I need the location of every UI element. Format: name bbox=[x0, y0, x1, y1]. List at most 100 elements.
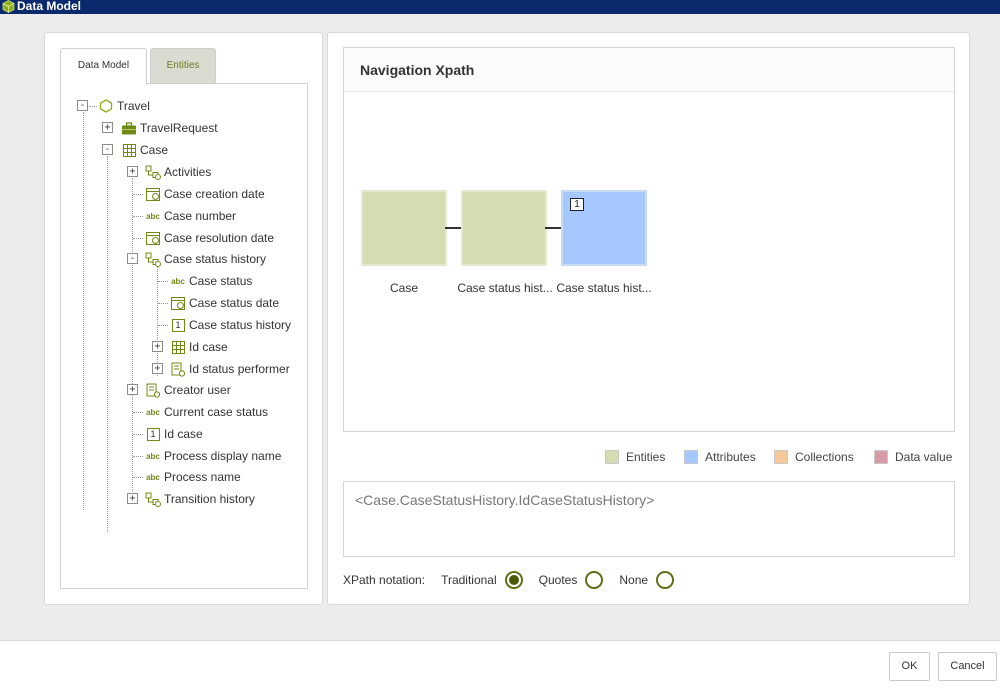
calendar-icon bbox=[145, 187, 161, 201]
text-type-icon: abc bbox=[171, 276, 185, 286]
expand-toggle-travelrequest[interactable]: + bbox=[102, 122, 113, 133]
tree-connector bbox=[158, 325, 168, 326]
notation-option-label: None bbox=[619, 573, 649, 587]
right-panel: Navigation Xpath 1 Case Case status hist… bbox=[327, 32, 970, 605]
tree-node-case[interactable]: Case bbox=[121, 141, 168, 159]
radio-none[interactable] bbox=[656, 571, 675, 589]
radio-quotes[interactable] bbox=[585, 571, 604, 589]
tree-node-label: Id case bbox=[164, 427, 203, 441]
radio-traditional[interactable] bbox=[504, 571, 523, 589]
app-cube-icon bbox=[2, 0, 15, 13]
legend-swatch bbox=[874, 450, 888, 464]
tree-node-travelrequest[interactable]: TravelRequest bbox=[121, 119, 218, 137]
tree-connector bbox=[107, 156, 108, 532]
legend-swatch bbox=[605, 450, 619, 464]
legend-swatch bbox=[774, 450, 788, 464]
tree-node-id-case-sub[interactable]: Id case bbox=[170, 338, 228, 356]
expand-toggle-id-status-performer[interactable]: + bbox=[152, 363, 163, 374]
tree-connector bbox=[133, 412, 143, 413]
diagram-node-case[interactable] bbox=[361, 190, 447, 266]
tree-node-label: Case status history bbox=[164, 252, 267, 266]
legend-attributes: Attributes bbox=[684, 449, 756, 465]
tree-node-current-case-status[interactable]: abc Current case status bbox=[145, 403, 268, 421]
tree-node-label: TravelRequest bbox=[140, 121, 218, 135]
tree-connector bbox=[83, 112, 84, 510]
legend-label: Attributes bbox=[705, 450, 756, 464]
legend-entities: Entities bbox=[605, 449, 665, 465]
legend-label: Entities bbox=[626, 450, 666, 464]
expand-toggle-activities[interactable]: + bbox=[127, 166, 138, 177]
tree-node-label: Creator user bbox=[164, 383, 231, 397]
tree-node-process-name[interactable]: abc Process name bbox=[145, 468, 241, 486]
notation-option-label: Quotes bbox=[538, 573, 578, 587]
diagram-node-case-status-history-id[interactable]: 1 bbox=[561, 190, 647, 266]
number-badge: 1 bbox=[146, 427, 160, 441]
ok-button[interactable]: OK bbox=[889, 652, 930, 681]
number-type-icon: 1 bbox=[170, 318, 186, 332]
tree-node-label: Case bbox=[140, 143, 169, 157]
tree-connector bbox=[133, 194, 143, 195]
text-type-icon: abc bbox=[146, 407, 160, 417]
diagram-label: Case status hist... bbox=[556, 281, 652, 295]
collection-link-icon bbox=[145, 252, 161, 267]
briefcase-icon bbox=[121, 121, 137, 135]
xpath-notation-label: XPath notation: bbox=[343, 573, 426, 587]
collapse-toggle-travel[interactable]: - bbox=[77, 100, 88, 111]
collapse-toggle-case[interactable]: - bbox=[102, 144, 113, 155]
tree-node-activities[interactable]: Activities bbox=[145, 163, 211, 181]
hexagon-icon bbox=[98, 99, 114, 113]
notation-option-label: Traditional bbox=[441, 573, 497, 587]
tab-data-model[interactable]: Data Model bbox=[60, 48, 147, 84]
number-badge: 1 bbox=[171, 318, 185, 332]
expand-toggle-transition-history[interactable]: + bbox=[127, 493, 138, 504]
tree-connector bbox=[132, 178, 133, 498]
collapse-toggle-case-status-history[interactable]: - bbox=[127, 253, 138, 264]
tree-connector bbox=[158, 281, 168, 282]
tree-node-travel[interactable]: Travel bbox=[98, 97, 150, 115]
tree-node-case-status-history-id[interactable]: 1 Case status history bbox=[170, 316, 291, 334]
radio-selected-dot bbox=[508, 575, 519, 585]
tree-node-case-status-date[interactable]: Case status date bbox=[170, 294, 279, 312]
tree-node-case-number[interactable]: abc Case number bbox=[145, 207, 236, 225]
tree-node-label: Travel bbox=[117, 99, 150, 113]
document-link-icon bbox=[170, 362, 186, 377]
tree-node-id-case[interactable]: 1 Id case bbox=[145, 425, 203, 443]
table-grid-icon bbox=[170, 340, 186, 354]
legend-data-value: Data value bbox=[874, 449, 952, 465]
tree-node-case-status-history[interactable]: Case status history bbox=[145, 250, 266, 268]
tree-node-case-resolution-date[interactable]: Case resolution date bbox=[145, 229, 274, 247]
tree-connector bbox=[133, 477, 143, 478]
tree-connector bbox=[133, 456, 143, 457]
data-model-tree: - Travel + TravelRequest - Case + Activi… bbox=[60, 83, 308, 589]
diagram-label: Case status hist... bbox=[457, 281, 553, 295]
collection-link-icon bbox=[145, 165, 161, 180]
tree-node-creator-user[interactable]: Creator user bbox=[145, 381, 231, 399]
tree-node-case-status[interactable]: abc Case status bbox=[170, 272, 252, 290]
expand-toggle-id-case-sub[interactable]: + bbox=[152, 341, 163, 352]
number-badge: 1 bbox=[570, 198, 584, 211]
expand-toggle-creator-user[interactable]: + bbox=[127, 384, 138, 395]
number-type-icon: 1 bbox=[145, 427, 161, 441]
tree-node-label: Case status date bbox=[189, 296, 280, 310]
xpath-expression-field[interactable]: <Case.CaseStatusHistory.IdCaseStatusHist… bbox=[343, 481, 955, 557]
tree-node-id-status-performer[interactable]: Id status performer bbox=[170, 360, 290, 378]
tree-node-process-display-name[interactable]: abc Process display name bbox=[145, 447, 281, 465]
diagram-label: Case bbox=[389, 281, 418, 295]
tree-connector bbox=[133, 434, 143, 435]
tree-node-label: Case status history bbox=[189, 318, 292, 332]
legend-swatch bbox=[684, 450, 698, 464]
tree-node-label: Process name bbox=[164, 470, 241, 484]
tab-entities[interactable]: Entities bbox=[150, 48, 216, 83]
dialog-content: Data Model Entities - Travel + TravelReq… bbox=[0, 14, 1000, 640]
tree-node-label: Transition history bbox=[164, 492, 255, 506]
tree-connector bbox=[133, 238, 143, 239]
legend-label: Data value bbox=[895, 450, 953, 464]
document-link-icon bbox=[145, 383, 161, 398]
diagram-node-case-status-history[interactable] bbox=[461, 190, 547, 266]
cancel-button[interactable]: Cancel bbox=[938, 652, 997, 681]
tree-connector bbox=[133, 216, 143, 217]
calendar-icon bbox=[170, 296, 186, 310]
tree-node-case-creation-date[interactable]: Case creation date bbox=[145, 185, 265, 203]
tree-node-label: Id status performer bbox=[189, 362, 290, 376]
tree-node-transition-history[interactable]: Transition history bbox=[145, 490, 255, 508]
